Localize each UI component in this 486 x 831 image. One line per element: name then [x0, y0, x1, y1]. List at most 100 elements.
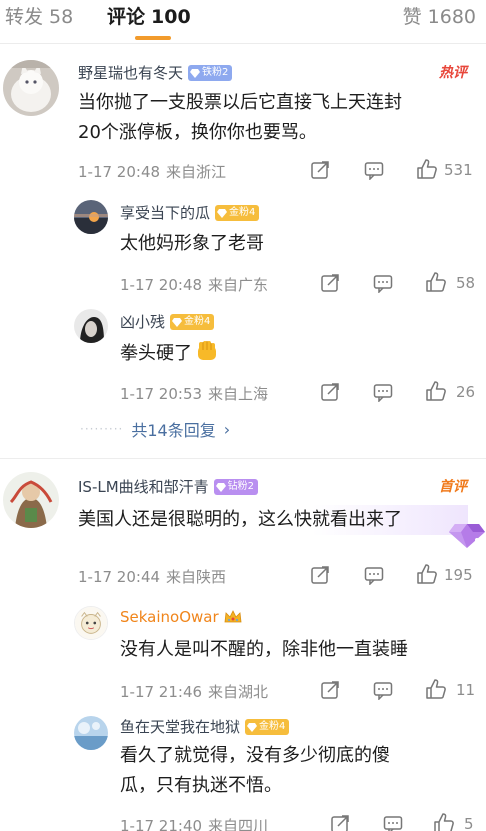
like-button[interactable]	[433, 812, 455, 831]
comment-text-line: 当你抛了一支股票以后它直接飞上天连封	[78, 92, 402, 113]
share-icon	[311, 161, 329, 179]
avatar[interactable]	[74, 309, 108, 343]
share-icon	[321, 681, 339, 699]
comment-username[interactable]: 野星瑞也有冬天 铁粉2	[78, 62, 233, 83]
reply-button[interactable]	[373, 382, 393, 402]
reply-meta: 1-17 21:46 来自湖北	[120, 681, 268, 702]
reply-time: 1-17 21:40	[120, 817, 203, 831]
replies-link-text: 共14条回复	[131, 421, 216, 440]
like-icon	[417, 564, 437, 584]
like-count: 11	[456, 681, 476, 699]
tab-likes[interactable]: 赞 1680	[403, 2, 476, 29]
reply-location: 来自四川	[208, 817, 269, 831]
share-button[interactable]	[320, 680, 340, 700]
like-count: 26	[456, 383, 476, 401]
avatar[interactable]	[74, 200, 108, 234]
comment-icon	[373, 275, 393, 293]
reply-meta: 1-17 20:48 来自广东	[120, 274, 268, 295]
reply-text: 拳头硬了	[120, 338, 220, 369]
fan-badge-label: 金粉4	[184, 315, 211, 327]
crown-icon	[224, 610, 242, 623]
share-icon	[311, 566, 329, 584]
comment-icon	[364, 567, 384, 585]
chevron-right-icon: ›	[223, 419, 231, 439]
active-tab-indicator	[135, 36, 171, 40]
share-icon	[331, 815, 349, 831]
like-button[interactable]	[425, 271, 447, 293]
like-icon	[426, 679, 446, 699]
comment-meta: 1-17 20:48 来自浙江	[78, 161, 226, 182]
reply-text: 看久了就觉得，没有多少彻底的傻 瓜，只有执迷不悟。	[120, 741, 470, 801]
tab-likes-label: 赞	[402, 6, 422, 28]
reply-username[interactable]: 凶小残 金粉4	[120, 311, 215, 332]
reply-username[interactable]: 享受当下的瓜 金粉4	[120, 202, 260, 223]
reply-location: 来自湖北	[208, 683, 269, 701]
reply-button[interactable]	[373, 273, 393, 293]
first-comment-tag-text: 首评	[439, 478, 469, 495]
username-text: 享受当下的瓜	[120, 204, 211, 222]
share-icon	[321, 383, 339, 401]
share-icon	[321, 274, 339, 292]
fist-emoji	[198, 341, 216, 360]
first-comment-tag: 首评	[437, 476, 473, 496]
like-count: 195	[444, 566, 473, 584]
comment-location: 来自陕西	[166, 568, 227, 586]
fan-badge: 金粉4	[170, 313, 215, 330]
reply-location: 来自广东	[208, 276, 269, 294]
comment-icon	[373, 682, 393, 700]
tab-repost[interactable]: 转发 58	[5, 2, 73, 29]
share-button[interactable]	[310, 160, 330, 180]
reply-meta: 1-17 21:40 来自四川	[120, 815, 268, 831]
like-count: 5	[464, 815, 474, 831]
like-count: 531	[444, 161, 473, 179]
tab-comments-count: 100	[151, 6, 191, 28]
like-button[interactable]	[425, 380, 447, 402]
tab-repost-label: 转发	[5, 6, 44, 28]
reply-meta: 1-17 20:53 来自上海	[120, 383, 268, 404]
badge-gem-icon	[247, 722, 258, 732]
like-icon	[434, 813, 454, 831]
view-all-replies-link[interactable]: ········· 共14条回复 ›	[80, 417, 230, 441]
share-button[interactable]	[330, 814, 350, 831]
fan-badge-label: 铁粉2	[202, 66, 229, 78]
avatar[interactable]	[3, 472, 59, 528]
reply-button[interactable]	[364, 565, 384, 585]
reply-username[interactable]: SekainoOwar	[120, 608, 243, 626]
share-button[interactable]	[320, 382, 340, 402]
fan-badge: 金粉4	[215, 204, 260, 221]
comment-text: 当你抛了一支股票以后它直接飞上天连封 20个涨停板，换你你也要骂。	[78, 88, 478, 148]
tab-comments[interactable]: 评论 100	[107, 2, 191, 29]
divider	[0, 458, 486, 459]
reply-text-content: 拳头硬了	[120, 343, 192, 364]
fan-badge-label: 金粉4	[229, 206, 256, 218]
avatar[interactable]	[3, 60, 59, 116]
reply-button[interactable]	[383, 814, 403, 831]
share-button[interactable]	[320, 273, 340, 293]
reply-username[interactable]: 鱼在天堂我在地狱 金粉4	[120, 716, 290, 737]
comment-username[interactable]: IS-LM曲线和郜汗青 钻粉2	[78, 476, 259, 497]
username-text: 凶小残	[120, 313, 166, 331]
share-button[interactable]	[310, 565, 330, 585]
badge-gem-icon	[190, 68, 201, 78]
like-button[interactable]	[425, 678, 447, 700]
tab-comments-label: 评论	[107, 6, 146, 28]
reply-button[interactable]	[364, 160, 384, 180]
avatar[interactable]	[74, 606, 108, 640]
comment-time: 1-17 20:48	[78, 163, 161, 181]
like-button[interactable]	[416, 563, 438, 585]
comment-text: 美国人还是很聪明的，这么快就看出来了	[78, 505, 468, 535]
like-icon	[426, 272, 446, 292]
fan-badge: 金粉4	[245, 718, 290, 735]
comment-location: 来自浙江	[166, 163, 227, 181]
avatar[interactable]	[74, 716, 108, 750]
username-text: 鱼在天堂我在地狱	[120, 718, 241, 736]
tab-likes-count: 1680	[427, 6, 476, 28]
reply-button[interactable]	[373, 680, 393, 700]
reply-time: 1-17 21:46	[120, 683, 203, 701]
hot-comment-tag-text: 热评	[438, 64, 469, 81]
username-text: SekainoOwar	[120, 608, 219, 626]
fan-badge: 铁粉2	[188, 64, 233, 81]
comment-meta: 1-17 20:44 来自陕西	[78, 566, 226, 587]
like-button[interactable]	[416, 158, 438, 180]
replies-dots: ·········	[80, 422, 124, 436]
